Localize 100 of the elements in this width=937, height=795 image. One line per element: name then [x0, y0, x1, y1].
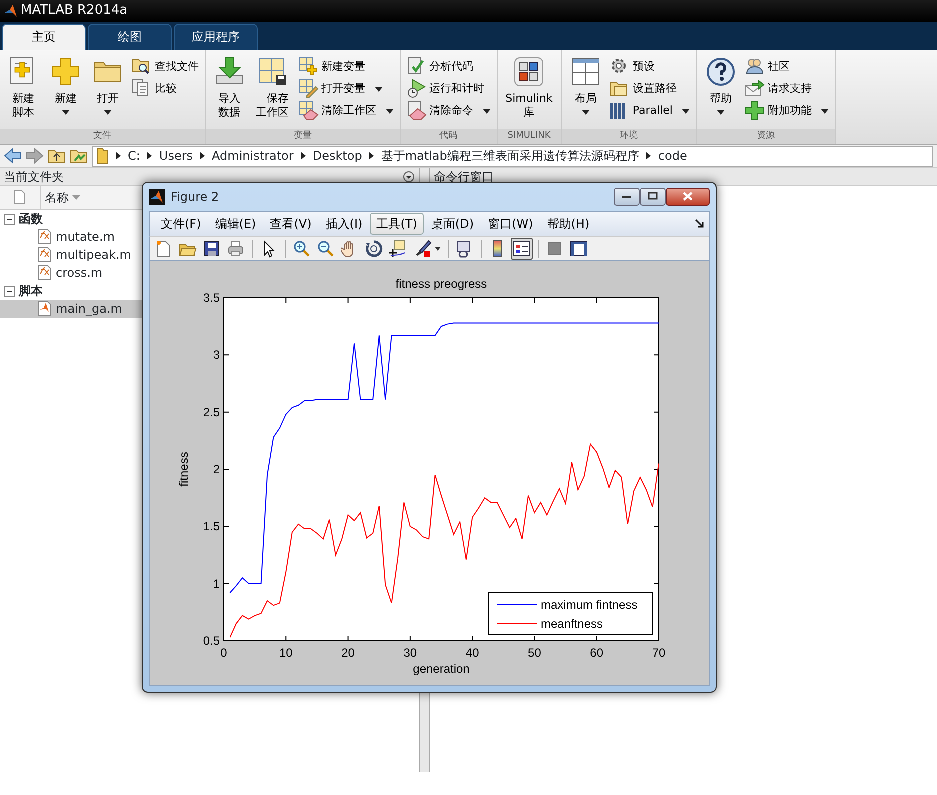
new-file-icon: [155, 240, 173, 258]
plus-icon: [50, 56, 82, 88]
menu-item[interactable]: 查看(V): [263, 212, 319, 235]
ribbon-button[interactable]: 打开变量: [298, 78, 394, 100]
legend-label: meanftness: [541, 617, 604, 631]
toolbar-button[interactable]: [363, 238, 385, 260]
maximize-icon: [648, 192, 658, 202]
ribbon-button[interactable]: 清除工作区: [298, 100, 394, 122]
minimize-button[interactable]: [614, 188, 640, 206]
tick-label: 60: [590, 646, 604, 660]
group-label: SIMULINK: [498, 129, 561, 144]
ribbon-button[interactable]: 查找文件: [132, 56, 199, 78]
ribbon-button[interactable]: 布局: [568, 56, 604, 129]
file-row[interactable]: multipeak.m: [0, 246, 142, 264]
ribbon-button[interactable]: 导入数据: [212, 56, 248, 129]
ribbon-tab[interactable]: 应用程序: [174, 24, 258, 50]
axis-label: fitness: [177, 452, 191, 487]
plus-icon: [744, 101, 765, 121]
matlab-logo-icon: [149, 188, 165, 205]
group-label: 环境: [562, 129, 696, 144]
file-row[interactable]: cross.m: [0, 264, 142, 282]
back-arrow-icon[interactable]: [4, 148, 22, 164]
layout-grid-icon: [570, 56, 602, 88]
group-label: 文件: [0, 129, 205, 144]
menu-item[interactable]: 插入(I): [318, 212, 370, 235]
chevron-icon: [116, 152, 121, 160]
collapse-icon[interactable]: [4, 286, 15, 296]
ribbon-button[interactable]: 请求支持: [744, 78, 829, 100]
tick-label: 3.5: [203, 291, 220, 305]
toolbar-button[interactable]: [511, 238, 533, 260]
tick-label: 30: [404, 646, 418, 660]
ribbon-button[interactable]: Parallel: [610, 100, 690, 122]
menu-item[interactable]: 工具(T): [370, 212, 424, 235]
column-header[interactable]: 名称: [40, 186, 81, 209]
tick-label: 10: [279, 646, 293, 660]
folder-group-label[interactable]: 脚本: [19, 282, 43, 300]
brush-icon: [414, 240, 432, 258]
tick-label: 50: [528, 646, 542, 660]
axis-label: generation: [413, 662, 470, 676]
chart-title: fitness preogress: [396, 277, 488, 291]
menu-item[interactable]: 桌面(D): [424, 212, 482, 235]
printer-icon: [227, 240, 245, 258]
chevron-icon: [300, 152, 306, 160]
save-icon: [203, 240, 221, 258]
file-row[interactable]: main_ga.m: [0, 300, 142, 318]
ribbon-tab[interactable]: 绘图: [88, 24, 172, 50]
rotate-icon: [365, 240, 383, 258]
function-file-icon: [38, 265, 52, 281]
path-field[interactable]: C: Users Administrator Desktop 基于matlab编程三维表面采用遗传算法源码程序 code: [92, 146, 933, 166]
close-button[interactable]: [666, 188, 710, 206]
ribbon-button[interactable]: 新建: [48, 56, 84, 129]
menu-item[interactable]: 窗口(W): [481, 212, 540, 235]
ribbon-button[interactable]: Simulink 库: [504, 56, 555, 129]
checklist-icon: [406, 57, 427, 77]
collapse-icon[interactable]: [4, 214, 15, 224]
folder-search-icon: [132, 57, 152, 77]
zoom-out-icon: [317, 240, 335, 258]
folder-up-icon: [48, 148, 66, 164]
tick-label: 1: [213, 576, 220, 591]
menu-item[interactable]: 帮助(H): [540, 212, 597, 235]
ribbon-button[interactable]: 社区: [744, 56, 829, 78]
ribbon-button[interactable]: 附加功能: [744, 100, 829, 122]
ribbon-button[interactable]: 设置路径: [610, 78, 690, 100]
tick-label: 20: [342, 646, 355, 660]
data-cursor-icon: [389, 240, 407, 258]
grid-pencil-icon: [298, 79, 319, 99]
grid-eraser-icon: [298, 101, 319, 121]
ribbon-button[interactable]: 运行和计时: [406, 78, 491, 100]
tick-label: 3: [213, 348, 220, 362]
maximize-button[interactable]: [640, 188, 666, 206]
ribbon-button[interactable]: 新建脚本: [6, 56, 42, 129]
dock-arrow-icon[interactable]: [695, 218, 705, 229]
play-clock-icon: [406, 79, 427, 99]
legend-icon: [513, 240, 531, 258]
group-label: 变量: [206, 129, 400, 144]
folder-browse-icon: [70, 148, 88, 164]
ribbon-button[interactable]: 预设: [610, 56, 690, 78]
envelope-arrow-icon: [744, 79, 765, 99]
file-row[interactable]: mutate.m: [0, 228, 142, 246]
legend-label: maximum fintness: [541, 598, 638, 612]
ribbon-button[interactable]: 新建变量: [298, 56, 394, 78]
tick-label: 40: [466, 646, 480, 660]
ribbon-button[interactable]: 比较: [132, 78, 199, 100]
ribbon-button[interactable]: 清除命令: [406, 100, 491, 122]
menu-item[interactable]: 编辑(E): [208, 212, 264, 235]
ribbon-button[interactable]: 分析代码: [406, 56, 491, 78]
folder-group-label[interactable]: 函数: [19, 210, 43, 228]
eraser-icon: [406, 101, 427, 121]
legend-line: [496, 604, 538, 606]
ribbon-tab[interactable]: 主页: [2, 24, 86, 50]
script-file-icon: [38, 301, 52, 317]
ribbon-button[interactable]: 帮助: [702, 56, 739, 129]
menu-item[interactable]: 文件(F): [154, 212, 208, 235]
ribbon-button[interactable]: 保存工作区: [254, 56, 293, 129]
window-title: Figure 2: [171, 188, 220, 206]
caret-icon: [434, 246, 440, 251]
panel-title: 当前文件夹: [4, 168, 64, 186]
ribbon-button[interactable]: 打开: [90, 56, 126, 129]
tick-label: 1.5: [203, 520, 220, 534]
chevron-icon: [646, 152, 652, 160]
